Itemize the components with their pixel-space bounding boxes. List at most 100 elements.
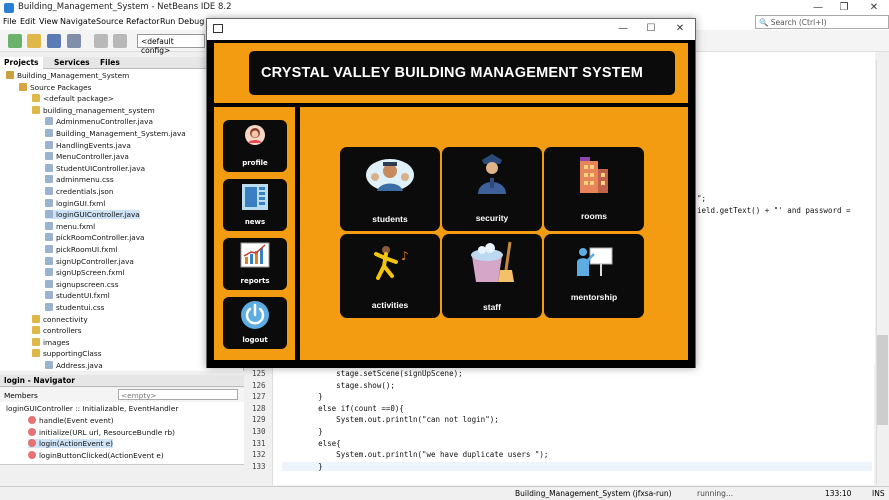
tree-node[interactable]: <default package>: [32, 94, 114, 103]
line-number: 133: [252, 461, 266, 471]
navigator-root[interactable]: loginGUIController :: Initializable, Eve…: [6, 404, 178, 413]
tree-node[interactable]: supportingClass: [32, 349, 102, 358]
tree-node[interactable]: building_management_system: [32, 105, 155, 115]
tree-node[interactable]: Source Packages: [19, 82, 91, 92]
tree-node-label: building_management_system: [43, 105, 155, 115]
tile-mentorship[interactable]: mentorship: [544, 234, 644, 318]
menu-file[interactable]: File: [3, 17, 16, 26]
code-line[interactable]: System.out.println("can not login");: [282, 415, 499, 424]
tree-node[interactable]: adminmenu.css: [45, 175, 114, 184]
tree-node[interactable]: signUpController.java: [45, 256, 134, 266]
ide-window-title: Building_Management_System - NetBeans ID…: [18, 2, 232, 12]
menu-refactor[interactable]: Refactor: [126, 17, 160, 26]
code-line[interactable]: System.out.println("we have duplicate us…: [282, 450, 548, 459]
menu-view[interactable]: View: [39, 17, 58, 26]
tree-node[interactable]: connectivity: [32, 314, 88, 324]
navigator-member[interactable]: initialize(URL url, ResourceBundle rb): [28, 427, 175, 437]
tree-node[interactable]: studentUI.fxml: [45, 291, 110, 300]
file-icon: [45, 187, 53, 195]
file-icon: [45, 291, 53, 300]
tree-node[interactable]: loginGUI.fxml: [45, 198, 105, 208]
tree-node[interactable]: pickRoomUI.fxml: [45, 245, 118, 254]
navigator-member-label: handle(Event event): [39, 416, 114, 425]
sidebar-logout-button[interactable]: logout: [223, 297, 287, 349]
tree-node[interactable]: MenuController.java: [45, 152, 129, 161]
status-insert-mode: INS: [872, 489, 885, 498]
tree-node[interactable]: signupscreen.css: [45, 279, 119, 289]
tree-node-label: Address.java: [56, 361, 103, 370]
code-line[interactable]: else{: [282, 439, 341, 448]
sidebar-profile-button[interactable]: profile: [223, 120, 287, 172]
menu-run[interactable]: Run: [160, 17, 175, 26]
search-placeholder: Search (Ctrl+I): [770, 18, 827, 27]
tab-files[interactable]: Files: [96, 57, 124, 69]
navigator-filter-label: Members: [4, 391, 38, 400]
config-select[interactable]: <default config>: [137, 34, 205, 55]
code-line[interactable]: }: [282, 427, 323, 436]
tab-services[interactable]: Services: [50, 57, 94, 69]
navigator-filter-select[interactable]: <empty>: [118, 389, 238, 400]
app-close-button[interactable]: ✕: [666, 22, 694, 36]
app-title-bar: — ☐ ✕: [207, 19, 695, 40]
app-main-panel: students security rooms ♪ activities sta…: [300, 107, 688, 360]
menu-navigate[interactable]: Navigate: [60, 17, 96, 26]
app-minimize-button[interactable]: —: [609, 22, 637, 36]
code-line[interactable]: }: [282, 392, 323, 401]
tree-node[interactable]: credentials.json: [45, 187, 114, 196]
ide-maximize-button[interactable]: ❐: [830, 1, 858, 15]
tree-node[interactable]: HandlingEvents.java: [45, 140, 131, 150]
open-project-icon[interactable]: [47, 34, 61, 48]
navigator-member[interactable]: loginButtonClicked(ActionEvent e): [28, 450, 164, 460]
tree-node-label: images: [43, 337, 70, 347]
tree-node[interactable]: Building_Management_System.java: [45, 129, 186, 138]
redo-icon[interactable]: [113, 34, 127, 48]
undo-icon[interactable]: [94, 34, 108, 48]
tree-node[interactable]: loginGUIController.java: [45, 210, 140, 220]
save-all-icon[interactable]: [67, 34, 81, 48]
tree-node[interactable]: Building_Management_System: [6, 71, 129, 80]
code-line[interactable]: stage.show();: [282, 381, 395, 390]
folder-icon: [32, 349, 40, 358]
tree-node[interactable]: pickRoomController.java: [45, 233, 145, 242]
method-icon: [28, 450, 36, 459]
ide-close-button[interactable]: ✕: [860, 1, 888, 15]
tile-rooms-label: rooms: [581, 211, 607, 221]
menu-debug[interactable]: Debug: [178, 17, 204, 26]
ide-minimize-button[interactable]: —: [804, 1, 832, 15]
new-project-icon[interactable]: [8, 34, 22, 48]
folder-icon: [6, 71, 14, 79]
tab-projects[interactable]: Projects: [0, 57, 43, 69]
tile-activities[interactable]: ♪ activities: [340, 234, 440, 318]
line-number: 129: [252, 415, 266, 425]
code-line[interactable]: }: [282, 461, 872, 471]
ide-search-input[interactable]: 🔍 Search (Ctrl+I): [755, 15, 889, 29]
menu-source[interactable]: Source: [96, 17, 123, 26]
tile-staff[interactable]: staff: [442, 234, 542, 318]
tile-students[interactable]: students: [340, 147, 440, 231]
tile-students-label: students: [372, 214, 408, 224]
app-maximize-button[interactable]: ☐: [637, 22, 665, 36]
menu-edit[interactable]: Edit: [20, 17, 36, 26]
navigator-member[interactable]: handle(Event event): [28, 416, 114, 425]
tree-node[interactable]: studentui.css: [45, 303, 104, 312]
tree-node[interactable]: AdminmenuController.java: [45, 117, 153, 126]
tile-security[interactable]: security: [442, 147, 542, 231]
tree-node[interactable]: signUpScreen.fxml: [45, 268, 125, 277]
tree-node[interactable]: StudentUIController.java: [45, 163, 145, 173]
tile-rooms[interactable]: rooms: [544, 147, 644, 231]
code-line[interactable]: else if(count ==0){: [282, 404, 404, 413]
tree-node-label: signupscreen.css: [56, 279, 119, 289]
tree-node[interactable]: Address.java: [45, 361, 103, 370]
tile-security-label: security: [475, 213, 509, 223]
tree-node[interactable]: menu.fxml: [45, 221, 95, 231]
sidebar-news-button[interactable]: news: [223, 179, 287, 231]
navigator-member[interactable]: login(ActionEvent e): [28, 439, 114, 448]
sidebar-reports-button[interactable]: reports: [223, 238, 287, 290]
app-window: — ☐ ✕ CRYSTAL VALLEY BUILDING MANAGEMENT…: [206, 18, 696, 368]
new-file-icon[interactable]: [27, 34, 41, 48]
code-line[interactable]: stage.setScene(signUpScene);: [282, 369, 462, 378]
tree-node[interactable]: images: [32, 337, 70, 347]
editor-scrollbar-thumb[interactable]: [877, 335, 888, 425]
tree-node[interactable]: controllers: [32, 326, 82, 335]
file-icon: [45, 256, 53, 265]
